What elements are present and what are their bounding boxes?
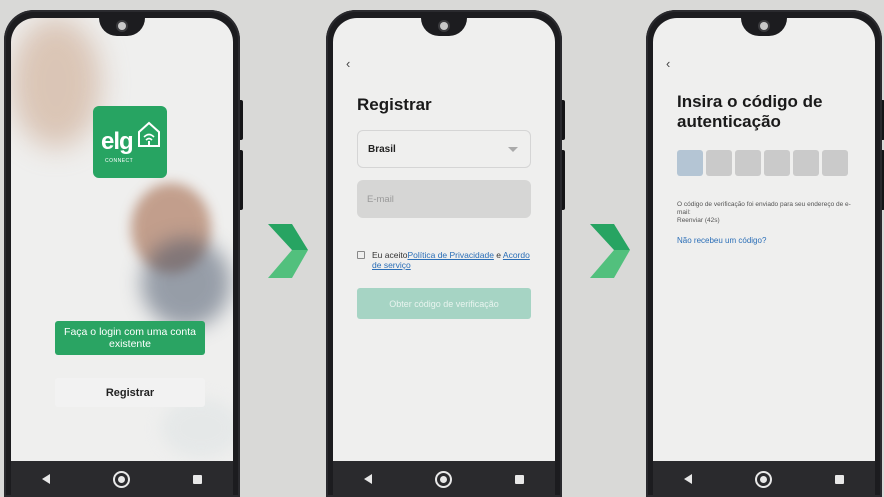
logo-subtitle: CONNECT [105, 158, 134, 164]
camera [118, 22, 126, 30]
side-button [562, 100, 565, 140]
email-placeholder: E-mail [367, 193, 394, 205]
code-input-group[interactable] [677, 150, 848, 176]
page-title: Insira o código de autenticação [677, 92, 823, 131]
recent-apps-icon[interactable] [834, 474, 844, 484]
back-nav-icon[interactable] [364, 474, 373, 484]
back-nav-icon[interactable] [42, 474, 51, 484]
camera [440, 22, 448, 30]
code-digit-box[interactable] [706, 150, 732, 176]
register-button[interactable]: Registrar [55, 378, 205, 407]
recent-apps-icon[interactable] [192, 474, 202, 484]
code-digit-box[interactable] [677, 150, 703, 176]
home-nav-icon[interactable] [112, 470, 130, 488]
privacy-policy-link[interactable]: Política de Privacidade [407, 250, 493, 260]
side-button [562, 150, 565, 210]
resend-timer[interactable]: Reenviar (42s) [677, 217, 857, 225]
house-wifi-icon [138, 121, 160, 147]
terms-checkbox[interactable] [357, 251, 365, 259]
phone-2: ‹ Registrar Brasil E-mail Eu aceitoPolít… [326, 10, 565, 497]
agree-and: e [493, 250, 503, 260]
code-digit-box[interactable] [822, 150, 848, 176]
login-screen: elg CONNECT Faça o login com uma conta e… [11, 18, 233, 497]
back-chevron-icon[interactable]: ‹ [666, 56, 670, 71]
code-digit-box[interactable] [735, 150, 761, 176]
background-blur [11, 18, 101, 148]
android-nav-bar [333, 461, 555, 497]
side-button [240, 150, 243, 210]
country-select[interactable]: Brasil [357, 130, 531, 168]
verification-info: O código de verificação foi enviado para… [677, 201, 857, 225]
no-code-link[interactable]: Não recebeu um código? [677, 236, 766, 245]
page-title: Registrar [357, 95, 432, 114]
login-existing-button[interactable]: Faça o login com uma conta existente [55, 321, 205, 355]
verification-screen: ‹ Insira o código de autenticação O códi… [653, 18, 875, 497]
phone-1: elg CONNECT Faça o login com uma conta e… [4, 10, 243, 497]
phone-3: ‹ Insira o código de autenticação O códi… [646, 10, 884, 497]
home-nav-icon[interactable] [754, 470, 772, 488]
email-input[interactable]: E-mail [357, 180, 531, 218]
chevron-down-icon [508, 146, 518, 152]
android-nav-bar [653, 461, 875, 497]
notch [741, 18, 787, 36]
android-nav-bar [11, 461, 233, 497]
back-nav-icon[interactable] [684, 474, 693, 484]
agree-prefix: Eu aceito [372, 250, 408, 260]
notch [421, 18, 467, 36]
chevron-right-arrow-icon [268, 224, 308, 278]
back-chevron-icon[interactable]: ‹ [346, 56, 350, 71]
elg-logo: elg CONNECT [93, 106, 167, 178]
background-blur [141, 238, 231, 328]
logo-text: elg [101, 128, 134, 155]
sent-message: O código de verificação foi enviado para… [677, 201, 851, 216]
register-screen: ‹ Registrar Brasil E-mail Eu aceitoPolít… [333, 18, 555, 497]
chevron-right-arrow-icon [590, 224, 630, 278]
country-value: Brasil [368, 143, 396, 155]
terms-text: Eu aceitoPolítica de Privacidade e Acord… [372, 250, 532, 270]
side-button [240, 100, 243, 140]
notch [99, 18, 145, 36]
background-blur [161, 398, 233, 458]
home-nav-icon[interactable] [434, 470, 452, 488]
get-verification-code-button[interactable]: Obter código de verificação [357, 288, 531, 319]
recent-apps-icon[interactable] [514, 474, 524, 484]
code-digit-box[interactable] [764, 150, 790, 176]
code-digit-box[interactable] [793, 150, 819, 176]
camera [760, 22, 768, 30]
